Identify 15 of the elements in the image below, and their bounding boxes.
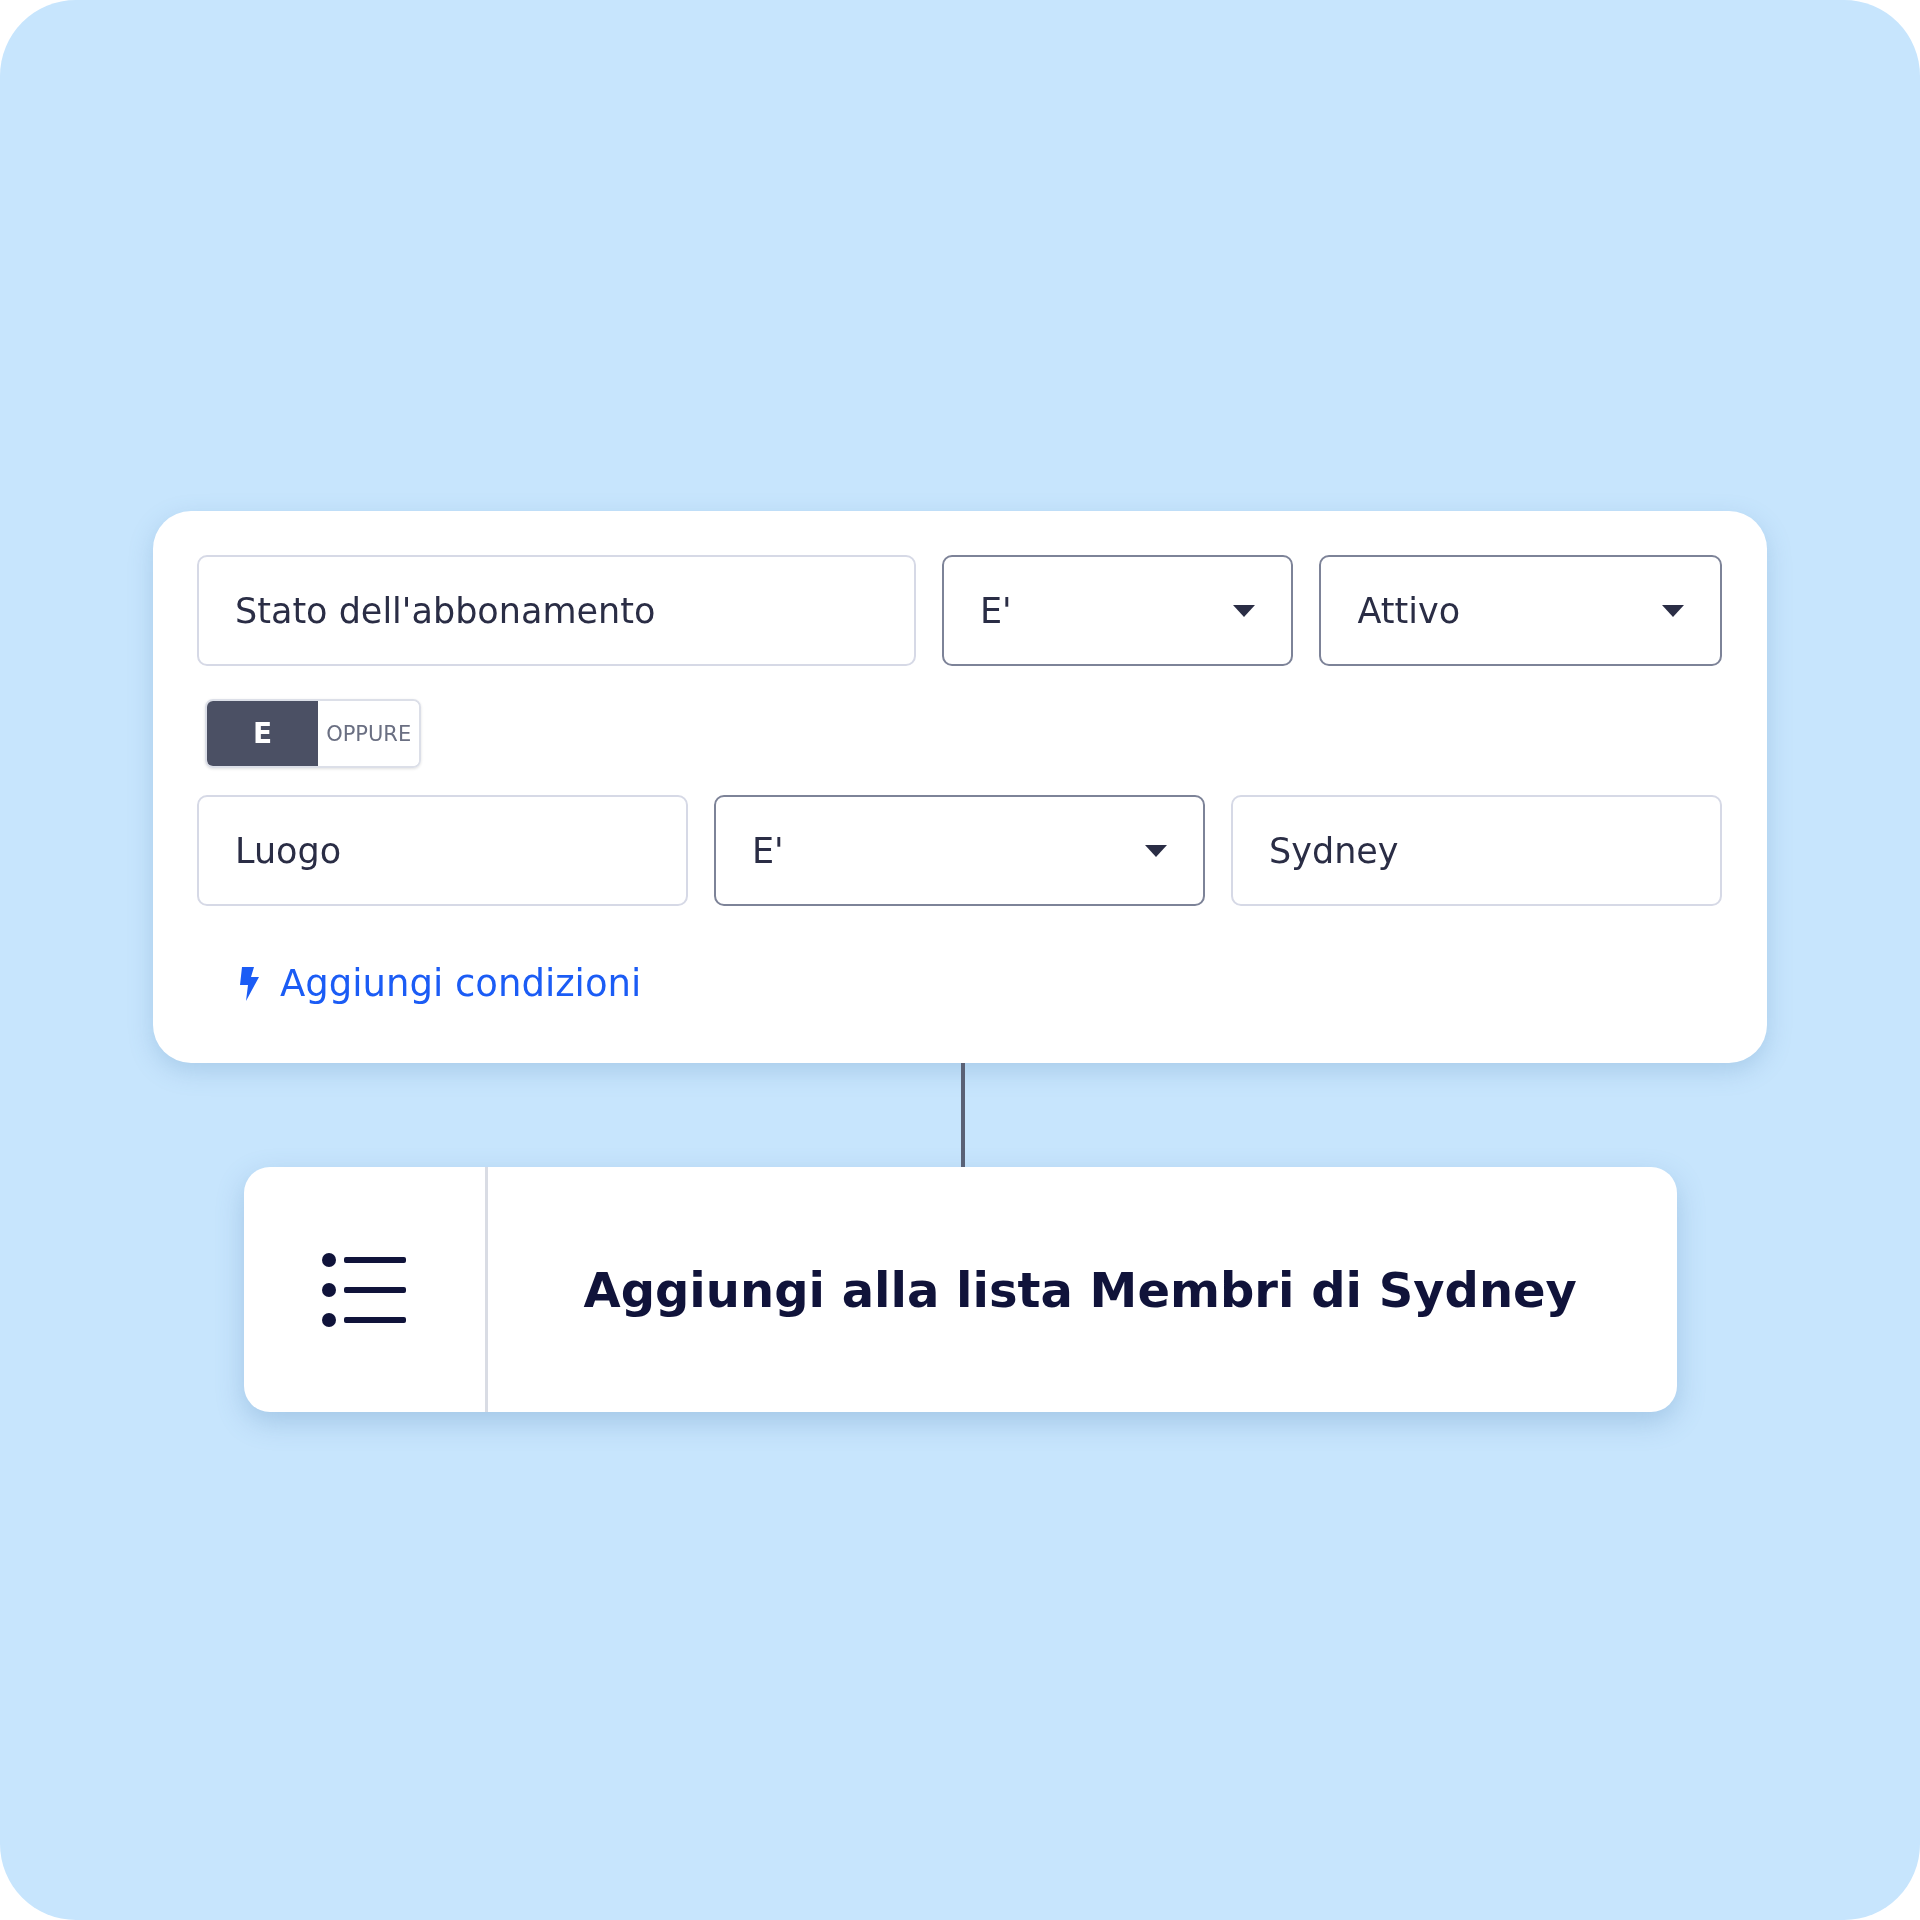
lightning-icon [240,966,260,1001]
text-field[interactable]: Sydney [1231,795,1722,906]
text-field[interactable]: Stato dell'abbonamento [197,555,916,666]
caret-icon [1662,604,1684,617]
list-icon [322,1252,406,1327]
add-conditions-link[interactable]: Aggiungi condizioni [280,962,642,1005]
dropdown[interactable]: E' [941,555,1294,666]
toggle-option[interactable]: OPPURE [318,701,420,766]
dropdown[interactable]: E' [714,795,1205,906]
dropdown[interactable]: Attivo [1319,555,1722,666]
caret-icon [1233,604,1256,617]
action-label: Aggiungi alla lista Membri di Sydney [583,1261,1577,1318]
toggle-option[interactable]: E [207,701,319,766]
caret-icon [1145,844,1167,857]
text-field[interactable]: Luogo [197,795,688,906]
